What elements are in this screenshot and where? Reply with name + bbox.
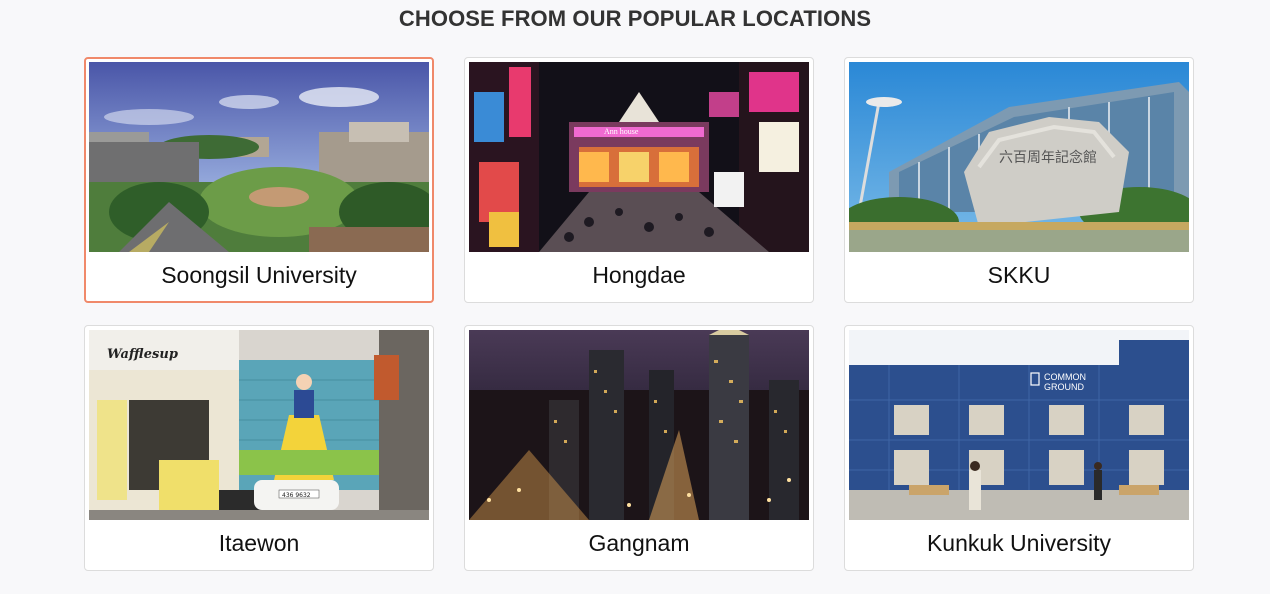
location-label: SKKU <box>987 262 1051 288</box>
itaewon-plate-text: 436 9632 <box>282 492 311 499</box>
kunkuk-sign-text-2: GROUND <box>1044 382 1084 392</box>
location-photo-itaewon: Wafflesup 436 9632 <box>89 330 429 520</box>
location-label: Kunkuk University <box>926 530 1112 556</box>
location-photo-soongsil <box>89 62 429 252</box>
location-card-kunkuk[interactable]: COMMON GROUND Kunkuk University <box>844 325 1194 571</box>
skku-stone-text: 六百周年記念館 <box>999 149 1097 166</box>
location-photo-skku: 六百周年記念館 <box>849 62 1189 252</box>
location-card-hongdae[interactable]: Ann house Hongdae <box>464 57 814 303</box>
location-photo-kunkuk: COMMON GROUND <box>849 330 1189 520</box>
page-title: CHOOSE FROM OUR POPULAR LOCATIONS <box>398 6 872 31</box>
location-label: Itaewon <box>218 530 300 556</box>
location-label: Gangnam <box>588 530 690 556</box>
itaewon-sign-text: Wafflesup <box>107 347 178 362</box>
location-photo-gangnam <box>469 330 809 520</box>
location-card-gangnam[interactable]: Gangnam <box>464 325 814 571</box>
location-card-skku[interactable]: 六百周年記念館 SKKU <box>844 57 1194 303</box>
location-photo-hongdae: Ann house <box>469 62 809 252</box>
location-card-soongsil[interactable]: Soongsil University <box>84 57 434 303</box>
location-card-itaewon[interactable]: Wafflesup 436 9632 Itaewon <box>84 325 434 571</box>
location-label: Soongsil University <box>161 262 357 288</box>
kunkuk-sign-text-1: COMMON <box>1044 372 1086 382</box>
location-label: Hongdae <box>592 262 686 288</box>
hongdae-sign-text: Ann house <box>604 127 639 136</box>
